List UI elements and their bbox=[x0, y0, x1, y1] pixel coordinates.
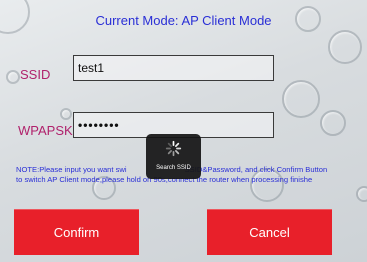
note-line-1-end: SSID&Password, and click Confirm Button bbox=[184, 165, 328, 174]
spinner-icon bbox=[165, 140, 182, 157]
cancel-button[interactable]: Cancel bbox=[207, 209, 332, 255]
water-drop bbox=[6, 70, 20, 84]
water-drop bbox=[60, 108, 72, 120]
water-drop bbox=[282, 80, 320, 118]
ssid-label: SSID bbox=[20, 67, 51, 82]
confirm-button[interactable]: Confirm bbox=[14, 209, 139, 255]
ssid-input[interactable] bbox=[73, 55, 274, 81]
water-drop bbox=[320, 110, 346, 136]
loader-label: Search SSID bbox=[156, 165, 191, 171]
note-line-1-start: NOTE:Please input you want swi bbox=[16, 165, 127, 174]
wpapsk-label: WPAPSK bbox=[18, 123, 73, 138]
page-title: Current Mode: AP Client Mode bbox=[95, 13, 272, 28]
search-ssid-loader: Search SSID bbox=[146, 134, 201, 179]
water-drop bbox=[356, 186, 367, 202]
water-drop bbox=[328, 30, 362, 64]
